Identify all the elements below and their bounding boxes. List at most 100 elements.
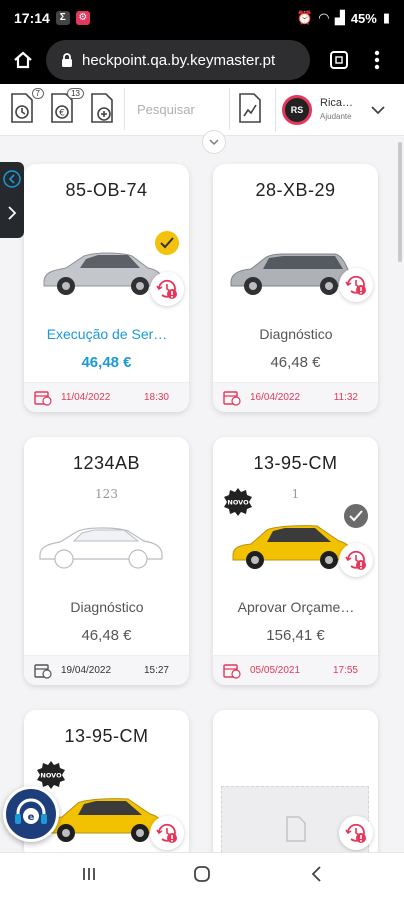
price: 46,48 €	[81, 354, 132, 371]
license-plate: 13-95-CM	[64, 726, 149, 746]
tabs-icon[interactable]	[328, 49, 350, 71]
license-plate: 1234AB	[72, 453, 141, 473]
completed-check-badge	[152, 228, 182, 258]
vehicle-card[interactable]	[213, 710, 378, 860]
vehicle-card[interactable]: 85-OB-74 Execução de Ser… 46,48 € 11/04/…	[24, 164, 189, 412]
history-alert-icon	[156, 279, 177, 299]
alert-history-button[interactable]	[150, 816, 184, 850]
chevron-down-icon	[371, 106, 385, 115]
headset-chat-icon: e	[15, 798, 47, 824]
user-info: Rica… Ajudante	[320, 96, 353, 124]
search-input[interactable]: Pesquisar	[124, 88, 230, 130]
budgets-count: 13	[67, 88, 84, 99]
notification-icon: Σ	[55, 11, 70, 25]
alarm-icon: ⏰	[296, 10, 313, 25]
battery-icon: ▮	[382, 10, 390, 25]
svg-text:e: e	[28, 812, 35, 823]
price: 46,48 €	[270, 354, 321, 371]
completed-check-badge	[341, 501, 371, 531]
home-icon[interactable]	[12, 49, 34, 71]
yellow-hatchback-image	[232, 525, 352, 569]
alert-history-button[interactable]	[339, 816, 373, 850]
appointment-time: 11:32	[333, 392, 358, 403]
budgets-button[interactable]: € 13	[48, 88, 84, 126]
collapse-toolbar-button[interactable]	[202, 130, 226, 154]
chart-document-icon	[239, 93, 261, 123]
card-footer: 05/05/2021 17:55	[213, 655, 378, 685]
new-badge-label: NOVO	[40, 772, 62, 780]
license-plate: 85-OB-74	[65, 180, 148, 200]
chevron-down-icon	[209, 139, 219, 145]
service-status: Diagnóstico	[70, 599, 144, 615]
recent-apps-icon[interactable]	[80, 865, 98, 883]
signal-icon: ▟	[334, 10, 345, 25]
vehicle-card[interactable]: 1234AB 123 Diagnóstico 46,48 € 19/04/202…	[24, 437, 189, 685]
price: 46,48 €	[81, 627, 132, 644]
back-circle-icon	[3, 170, 21, 188]
statistics-button[interactable]	[236, 92, 266, 126]
appointment-date: 05/05/2021	[250, 665, 301, 676]
lock-icon	[62, 53, 72, 67]
search-placeholder: Pesquisar	[137, 101, 195, 117]
back-nav-icon[interactable]	[308, 865, 326, 883]
menu-dots-icon[interactable]	[372, 49, 382, 71]
support-chat-button[interactable]: e	[3, 786, 59, 842]
vehicle-card[interactable]: 28-XB-29 Diagnóstico 46,48 € 16/04/2022 …	[213, 164, 378, 412]
status-bar: 17:14 Σ ⚙ ⏰ ◠ ▟ 45% ▮	[0, 0, 404, 36]
service-status: Aprovar Orçame…	[237, 599, 355, 615]
user-role: Ajudante	[320, 112, 352, 121]
browser-bar: heckpoint.qa.by.keymaster.pt	[0, 36, 404, 84]
appointment-time: 18:30	[143, 392, 169, 403]
license-plate: 28-XB-29	[255, 180, 336, 200]
alert-history-button[interactable]	[339, 543, 373, 577]
user-menu[interactable]: RS Rica… Ajudante	[275, 88, 395, 132]
alert-history-button[interactable]	[150, 272, 184, 306]
url-field[interactable]: heckpoint.qa.by.keymaster.pt	[46, 40, 310, 80]
history-alert-icon	[345, 823, 366, 843]
vehicle-card[interactable]: 13-95-CM 1 NOVO Aprovar Orçame… 156,41 €…	[213, 437, 378, 685]
appointment-time: 17:55	[332, 665, 358, 676]
calendar-clock-icon	[34, 663, 52, 679]
wagon-car-image	[230, 253, 352, 295]
card-footer: 11/04/2022 18:30	[24, 382, 189, 412]
status-time: 17:14	[14, 10, 50, 26]
url-text: heckpoint.qa.by.keymaster.pt	[82, 51, 276, 69]
history-alert-icon	[156, 823, 177, 843]
license-plate: 13-95-CM	[253, 453, 338, 473]
side-panel-toggle[interactable]	[0, 162, 24, 238]
home-nav-icon[interactable]	[193, 865, 211, 883]
chevron-right-icon	[8, 206, 17, 220]
svg-text:€: €	[59, 109, 65, 119]
service-status: Diagnóstico	[259, 326, 333, 342]
calendar-clock-icon	[223, 390, 241, 406]
appointment-time: 15:27	[143, 665, 169, 676]
wifi-icon: ◠	[318, 10, 329, 25]
sedan-outline-image	[39, 527, 163, 569]
vehicle-subtitle: 123	[95, 487, 118, 501]
new-badge: NOVO	[37, 761, 65, 789]
new-badge: NOVO	[224, 488, 252, 516]
new-document-button[interactable]	[88, 92, 118, 126]
app-notification-icon: ⚙	[75, 11, 90, 25]
hatchback-car-image	[43, 252, 163, 295]
check-icon	[160, 237, 174, 249]
service-status: Execução de Ser…	[46, 326, 168, 342]
appointments-button[interactable]: 7	[8, 88, 44, 126]
system-navigation-bar	[0, 852, 404, 900]
scrollbar[interactable]	[398, 142, 402, 262]
calendar-clock-icon	[34, 390, 52, 406]
app-toolbar: 7 € 13 Pesquisar RS Rica… Ajudante	[0, 84, 404, 136]
appointments-count: 7	[31, 88, 44, 99]
card-footer: 16/04/2022 11:32	[213, 382, 378, 412]
card-footer: 19/04/2022 15:27	[24, 655, 189, 685]
history-alert-icon	[345, 550, 366, 570]
price: 156,41 €	[266, 627, 325, 644]
document-add-icon	[91, 93, 113, 123]
avatar: RS	[282, 95, 312, 125]
user-name: Rica…	[320, 97, 354, 109]
appointment-date: 19/04/2022	[61, 665, 112, 676]
new-badge-label: NOVO	[227, 499, 249, 507]
alert-history-button[interactable]	[339, 268, 373, 302]
document-placeholder-icon	[286, 816, 306, 842]
calendar-clock-icon	[223, 663, 241, 679]
